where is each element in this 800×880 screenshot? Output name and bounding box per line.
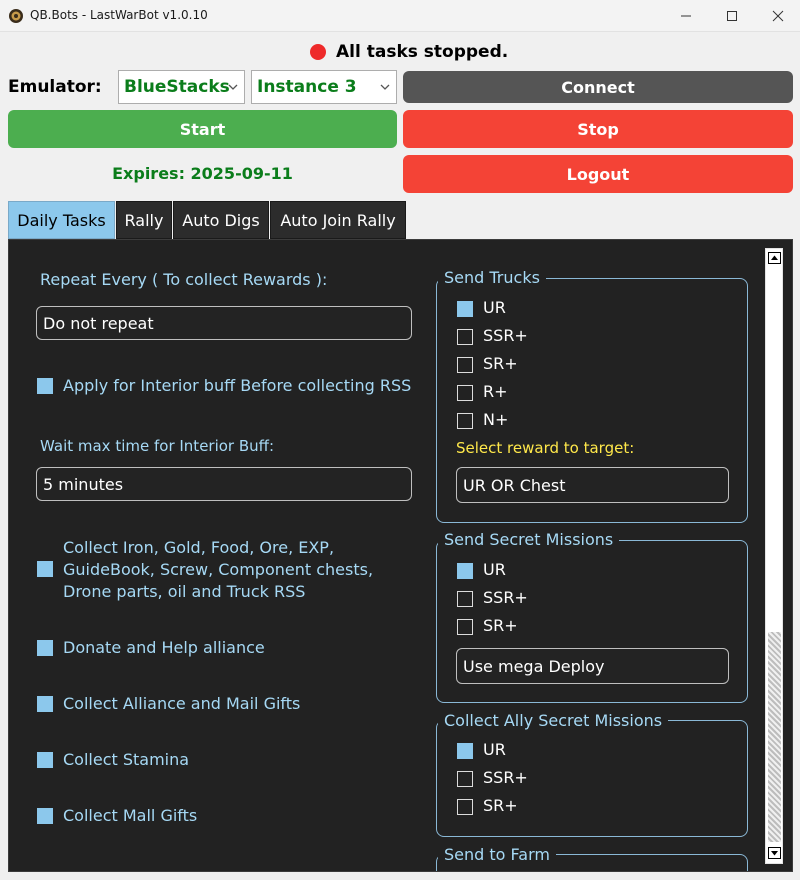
secret-ur-checkbox[interactable] <box>457 563 473 579</box>
stamina-checkbox[interactable] <box>37 752 53 768</box>
interior-buff-label: Apply for Interior buff Before collectin… <box>63 376 412 395</box>
interior-buff-checkbox[interactable] <box>37 378 53 394</box>
collect-rss-label-line3: Drone parts, oil and Truck RSS <box>63 582 306 601</box>
alliance-gifts-checkbox[interactable] <box>37 696 53 712</box>
status-indicator-icon <box>310 44 326 60</box>
tab-auto-digs[interactable]: Auto Digs <box>173 201 269 239</box>
collect-rss-checkbox[interactable] <box>37 561 53 577</box>
expiry-date: Expires: 2025-09-11 <box>112 164 293 183</box>
ally-ur-label: UR <box>483 740 506 759</box>
emulator-select-value: BlueStacks <box>124 77 230 97</box>
ally-sr-label: SR+ <box>483 796 518 815</box>
send-to-farm-title: Send to Farm <box>438 845 556 864</box>
secret-ssr-checkbox[interactable] <box>457 591 473 607</box>
instance-select[interactable]: Instance 3 <box>251 70 397 104</box>
trucks-ssr-label: SSR+ <box>483 326 528 345</box>
repeat-label: Repeat Every ( To collect Rewards ): <box>40 270 328 289</box>
trucks-r-label: R+ <box>483 382 508 401</box>
stop-button[interactable]: Stop <box>403 110 793 148</box>
trucks-n-checkbox[interactable] <box>457 413 473 429</box>
send-trucks-title: Send Trucks <box>438 268 546 287</box>
collect-rss-label-line2: GuideBook, Screw, Component chests, <box>63 560 374 579</box>
stamina-label: Collect Stamina <box>63 750 190 769</box>
minimize-icon <box>681 15 691 17</box>
wait-time-select[interactable]: 5 minutes <box>36 467 412 501</box>
trucks-sr-checkbox[interactable] <box>457 357 473 373</box>
chevron-down-icon <box>228 84 238 90</box>
connect-button[interactable]: Connect <box>403 71 793 103</box>
app-icon <box>9 9 23 23</box>
close-button[interactable] <box>755 0 800 32</box>
trucks-ur-label: UR <box>483 298 506 317</box>
maximize-button[interactable] <box>709 0 755 32</box>
alliance-gifts-label: Collect Alliance and Mail Gifts <box>63 694 301 713</box>
chevron-down-icon <box>380 84 390 90</box>
instance-select-value: Instance 3 <box>257 77 357 97</box>
trucks-sr-label: SR+ <box>483 354 518 373</box>
logout-button[interactable]: Logout <box>403 155 793 193</box>
ally-missions-title: Collect Ally Secret Missions <box>438 711 669 730</box>
emulator-label: Emulator: <box>8 77 102 97</box>
trucks-ur-checkbox[interactable] <box>457 301 473 317</box>
trucks-n-label: N+ <box>483 410 509 429</box>
close-icon <box>772 10 784 22</box>
mall-gifts-checkbox[interactable] <box>37 808 53 824</box>
status-text: All tasks stopped. <box>336 42 509 62</box>
start-button[interactable]: Start <box>8 110 397 148</box>
collect-rss-label-line1: Collect Iron, Gold, Food, Ore, EXP, <box>63 538 335 557</box>
secret-ur-label: UR <box>483 560 506 579</box>
ally-ur-checkbox[interactable] <box>457 743 473 759</box>
window-title: QB.Bots - LastWarBot v1.0.10 <box>30 8 208 22</box>
reward-target-label: Select reward to target: <box>456 439 635 457</box>
secret-sr-label: SR+ <box>483 616 518 635</box>
trucks-r-checkbox[interactable] <box>457 385 473 401</box>
scroll-down-icon[interactable] <box>768 847 781 859</box>
secret-missions-title: Send Secret Missions <box>438 530 620 549</box>
wait-time-label: Wait max time for Interior Buff: <box>40 437 275 455</box>
tab-auto-join-rally[interactable]: Auto Join Rally <box>270 201 406 239</box>
minimize-button[interactable] <box>663 0 709 32</box>
ally-ssr-checkbox[interactable] <box>457 771 473 787</box>
mega-deploy-select[interactable]: Use mega Deploy <box>456 648 729 684</box>
donate-checkbox[interactable] <box>37 640 53 656</box>
repeat-select[interactable]: Do not repeat <box>36 306 412 340</box>
ally-sr-checkbox[interactable] <box>457 799 473 815</box>
maximize-icon <box>727 11 737 21</box>
tab-rally[interactable]: Rally <box>116 201 172 239</box>
scrollbar-thumb[interactable] <box>768 632 781 842</box>
ally-ssr-label: SSR+ <box>483 768 528 787</box>
trucks-ssr-checkbox[interactable] <box>457 329 473 345</box>
emulator-select[interactable]: BlueStacks <box>118 70 245 104</box>
reward-target-select[interactable]: UR OR Chest <box>456 467 729 503</box>
secret-ssr-label: SSR+ <box>483 588 528 607</box>
mall-gifts-label: Collect Mall Gifts <box>63 806 198 825</box>
scroll-up-icon[interactable] <box>768 252 781 264</box>
daily-tasks-panel: Repeat Every ( To collect Rewards ): Do … <box>8 239 793 872</box>
tab-daily-tasks[interactable]: Daily Tasks <box>8 201 115 239</box>
secret-sr-checkbox[interactable] <box>457 619 473 635</box>
donate-label: Donate and Help alliance <box>63 638 265 657</box>
